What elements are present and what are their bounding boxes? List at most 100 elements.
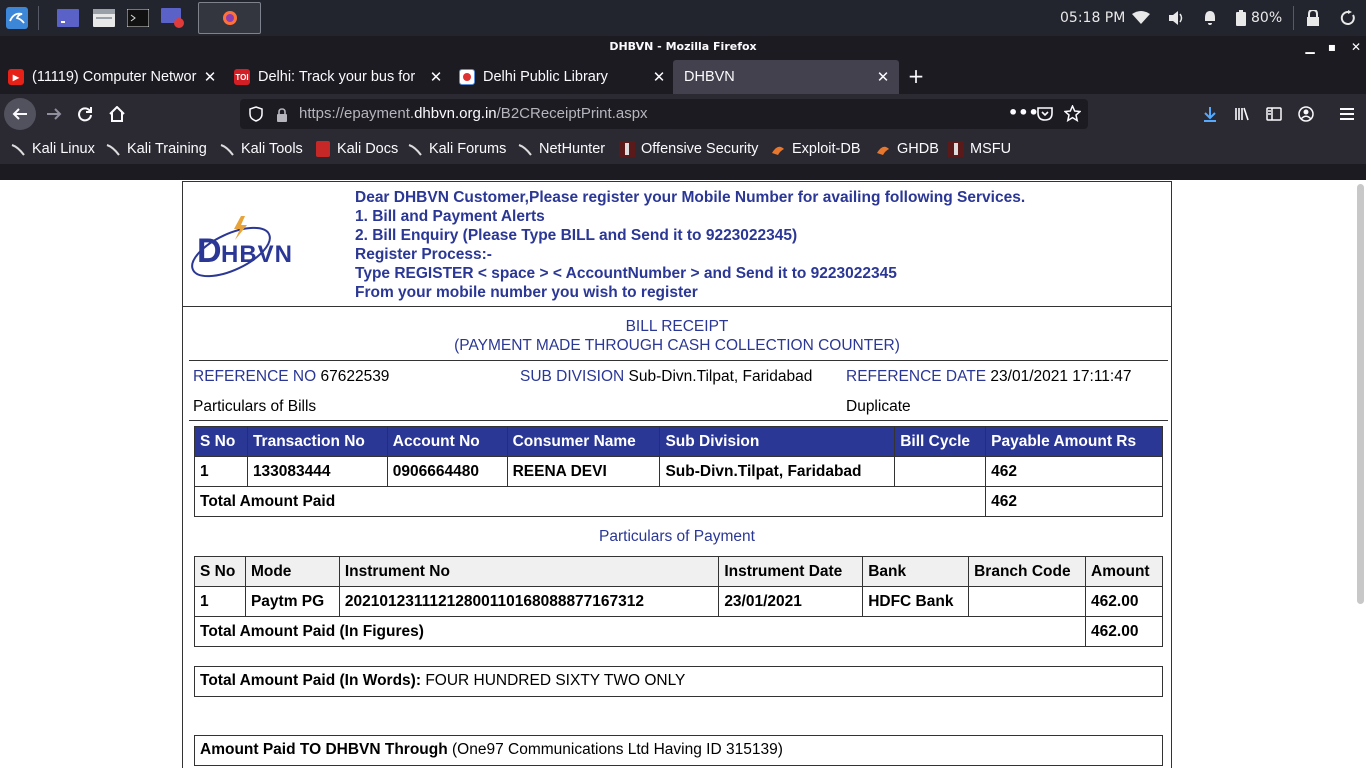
bills-table: S No Transaction No Account No Consumer … — [193, 426, 1163, 517]
url-text[interactable]: https://epayment.dhbvn.org.in/B2CReceipt… — [299, 105, 648, 122]
amount-in-words-box: Total Amount Paid (In Words): FOUR HUNDR… — [194, 666, 1163, 697]
scrollbar-thumb[interactable] — [1357, 184, 1364, 604]
app-menu-icon[interactable] — [1331, 98, 1363, 130]
bookmark-label: Offensive Security — [641, 141, 759, 157]
table-cell: 462 — [985, 456, 1163, 487]
workspace-icon[interactable] — [56, 4, 80, 32]
navigation-toolbar: https://epayment.dhbvn.org.in/B2CReceipt… — [0, 94, 1366, 134]
tab-delhi-library[interactable]: Delhi Public Library ✕ — [459, 60, 667, 94]
power-icon[interactable] — [1340, 0, 1356, 36]
tab-label: Delhi Public Library — [483, 69, 608, 85]
forward-arrow-icon — [47, 108, 62, 120]
tracking-shield-icon[interactable] — [249, 106, 263, 126]
terminal-icon[interactable] — [126, 4, 150, 32]
battery-icon — [1236, 10, 1246, 26]
bookmark-label: Kali Tools — [241, 141, 303, 157]
bookmark-label: Exploit-DB — [792, 141, 861, 157]
kali-docs-icon — [315, 141, 331, 157]
back-button[interactable] — [4, 98, 36, 130]
sub-division-label: SUB DIVISION — [520, 368, 625, 385]
page-actions-icon[interactable]: ••• — [1008, 103, 1039, 122]
table-cell: Paytm PG — [244, 586, 340, 617]
tab-delhi-bus[interactable]: TOI Delhi: Track your bus for ✕ — [234, 60, 444, 94]
clock[interactable]: 05:18 PM — [1060, 0, 1125, 36]
system-taskbar: 05:18 PM 80% — [0, 0, 1366, 36]
url-bar[interactable]: https://epayment.dhbvn.org.in/B2CReceipt… — [240, 99, 1088, 129]
paid-through-box: Amount Paid TO DHBVN Through (One97 Comm… — [194, 735, 1163, 766]
close-tab-icon[interactable]: ✕ — [875, 68, 891, 86]
maximize-button[interactable]: ▪ — [1323, 38, 1341, 56]
back-arrow-icon — [12, 108, 27, 120]
registration-notice: Dear DHBVN Customer,Please register your… — [355, 188, 1025, 302]
firefox-icon — [222, 11, 237, 25]
tab-dhbvn[interactable]: DHBVN ✕ — [673, 60, 899, 94]
bill-receipt: D HBVN Dear DHBVN Customer,Please regist… — [182, 181, 1172, 768]
taskbar-firefox-window[interactable] — [198, 2, 261, 34]
kali-menu-icon[interactable] — [4, 4, 30, 32]
bookmark-label: Kali Docs — [337, 141, 399, 157]
bookmark-exploit-db[interactable]: Exploit-DB — [770, 139, 861, 159]
bookmark-star-icon[interactable] — [1063, 104, 1082, 126]
bookmark-kali-tools[interactable]: Kali Tools — [219, 139, 303, 159]
file-manager-icon[interactable] — [92, 4, 116, 32]
page-scrollbar[interactable] — [1354, 180, 1366, 768]
total-value: 462 — [985, 486, 1163, 517]
close-tab-icon[interactable]: ✕ — [428, 68, 444, 86]
library-icon[interactable] — [1226, 98, 1258, 130]
account-icon[interactable] — [1290, 98, 1322, 130]
table-cell: 0906664480 — [386, 456, 508, 487]
column-header: Consumer Name — [506, 426, 661, 457]
minimize-button[interactable]: ▁ — [1301, 38, 1319, 56]
bookmark-nethunter[interactable]: NetHunter — [517, 139, 605, 159]
window-title: DHBVN - Mozilla Firefox — [609, 40, 757, 53]
bookmark-label: MSFU — [970, 141, 1012, 157]
reload-button[interactable] — [69, 98, 101, 130]
bookmark-ghdb[interactable]: GHDB — [875, 139, 939, 159]
bookmark-msfu[interactable]: MSFU — [948, 139, 1011, 159]
battery-indicator[interactable]: 80% — [1236, 0, 1282, 36]
bookmark-kali-docs[interactable]: Kali Docs — [315, 139, 398, 159]
wifi-icon[interactable] — [1132, 0, 1150, 36]
bookmark-kali-linux[interactable]: Kali Linux — [10, 139, 95, 159]
dhbvn-logo: D HBVN — [189, 212, 319, 282]
lock-screen-icon[interactable] — [1306, 0, 1320, 36]
table-cell: HDFC Bank — [862, 586, 970, 617]
column-header: Amount — [1085, 556, 1163, 587]
column-header: Payable Amount Rs — [985, 426, 1163, 457]
table-cell — [894, 456, 987, 487]
volume-icon[interactable] — [1168, 0, 1186, 36]
downloads-icon[interactable] — [1194, 98, 1226, 130]
bookmark-offensive-security[interactable]: Offensive Security — [619, 139, 758, 159]
table-cell: 1 — [194, 586, 246, 617]
sidebar-icon[interactable] — [1258, 98, 1290, 130]
url-path: /B2CReceiptPrint.aspx — [496, 105, 648, 122]
svg-text:HBVN: HBVN — [221, 241, 293, 268]
screen-recorder-icon[interactable] — [160, 4, 186, 32]
column-header: S No — [194, 426, 248, 457]
close-window-button[interactable]: ✕ — [1347, 38, 1365, 56]
table-cell: 133083444 — [246, 456, 388, 487]
tab-strip: ▶ (11119) Computer Networ ✕ TOI Delhi: T… — [0, 60, 1366, 94]
notification-bell-icon[interactable] — [1203, 0, 1217, 36]
table-total-row: Total Amount Paid (In Figures) 462.00 — [193, 616, 1163, 647]
bookmark-label: Kali Training — [127, 141, 207, 157]
bookmark-kali-forums[interactable]: Kali Forums — [407, 139, 506, 159]
forward-button[interactable] — [38, 98, 70, 130]
new-tab-button[interactable]: + — [906, 66, 926, 86]
bookmark-kali-training[interactable]: Kali Training — [105, 139, 207, 159]
pocket-icon[interactable] — [1037, 106, 1053, 126]
table-cell — [968, 586, 1087, 617]
home-button[interactable] — [101, 98, 133, 130]
particulars-of-payment-label: Particulars of Payment — [599, 528, 755, 545]
column-header: Transaction No — [246, 426, 388, 457]
reference-date-field: REFERENCE DATE 23/01/2021 17:11:47 — [846, 368, 1131, 386]
close-tab-icon[interactable]: ✕ — [202, 68, 218, 86]
close-tab-icon[interactable]: ✕ — [651, 68, 667, 86]
url-prefix: https://epayment. — [299, 105, 415, 122]
site-lock-icon[interactable] — [276, 107, 288, 126]
tab-label: DHBVN — [684, 69, 735, 85]
bookmark-label: NetHunter — [539, 141, 606, 157]
nethunter-icon — [517, 141, 533, 157]
battery-percent: 80% — [1251, 10, 1283, 26]
tab-youtube[interactable]: ▶ (11119) Computer Networ ✕ — [8, 60, 218, 94]
